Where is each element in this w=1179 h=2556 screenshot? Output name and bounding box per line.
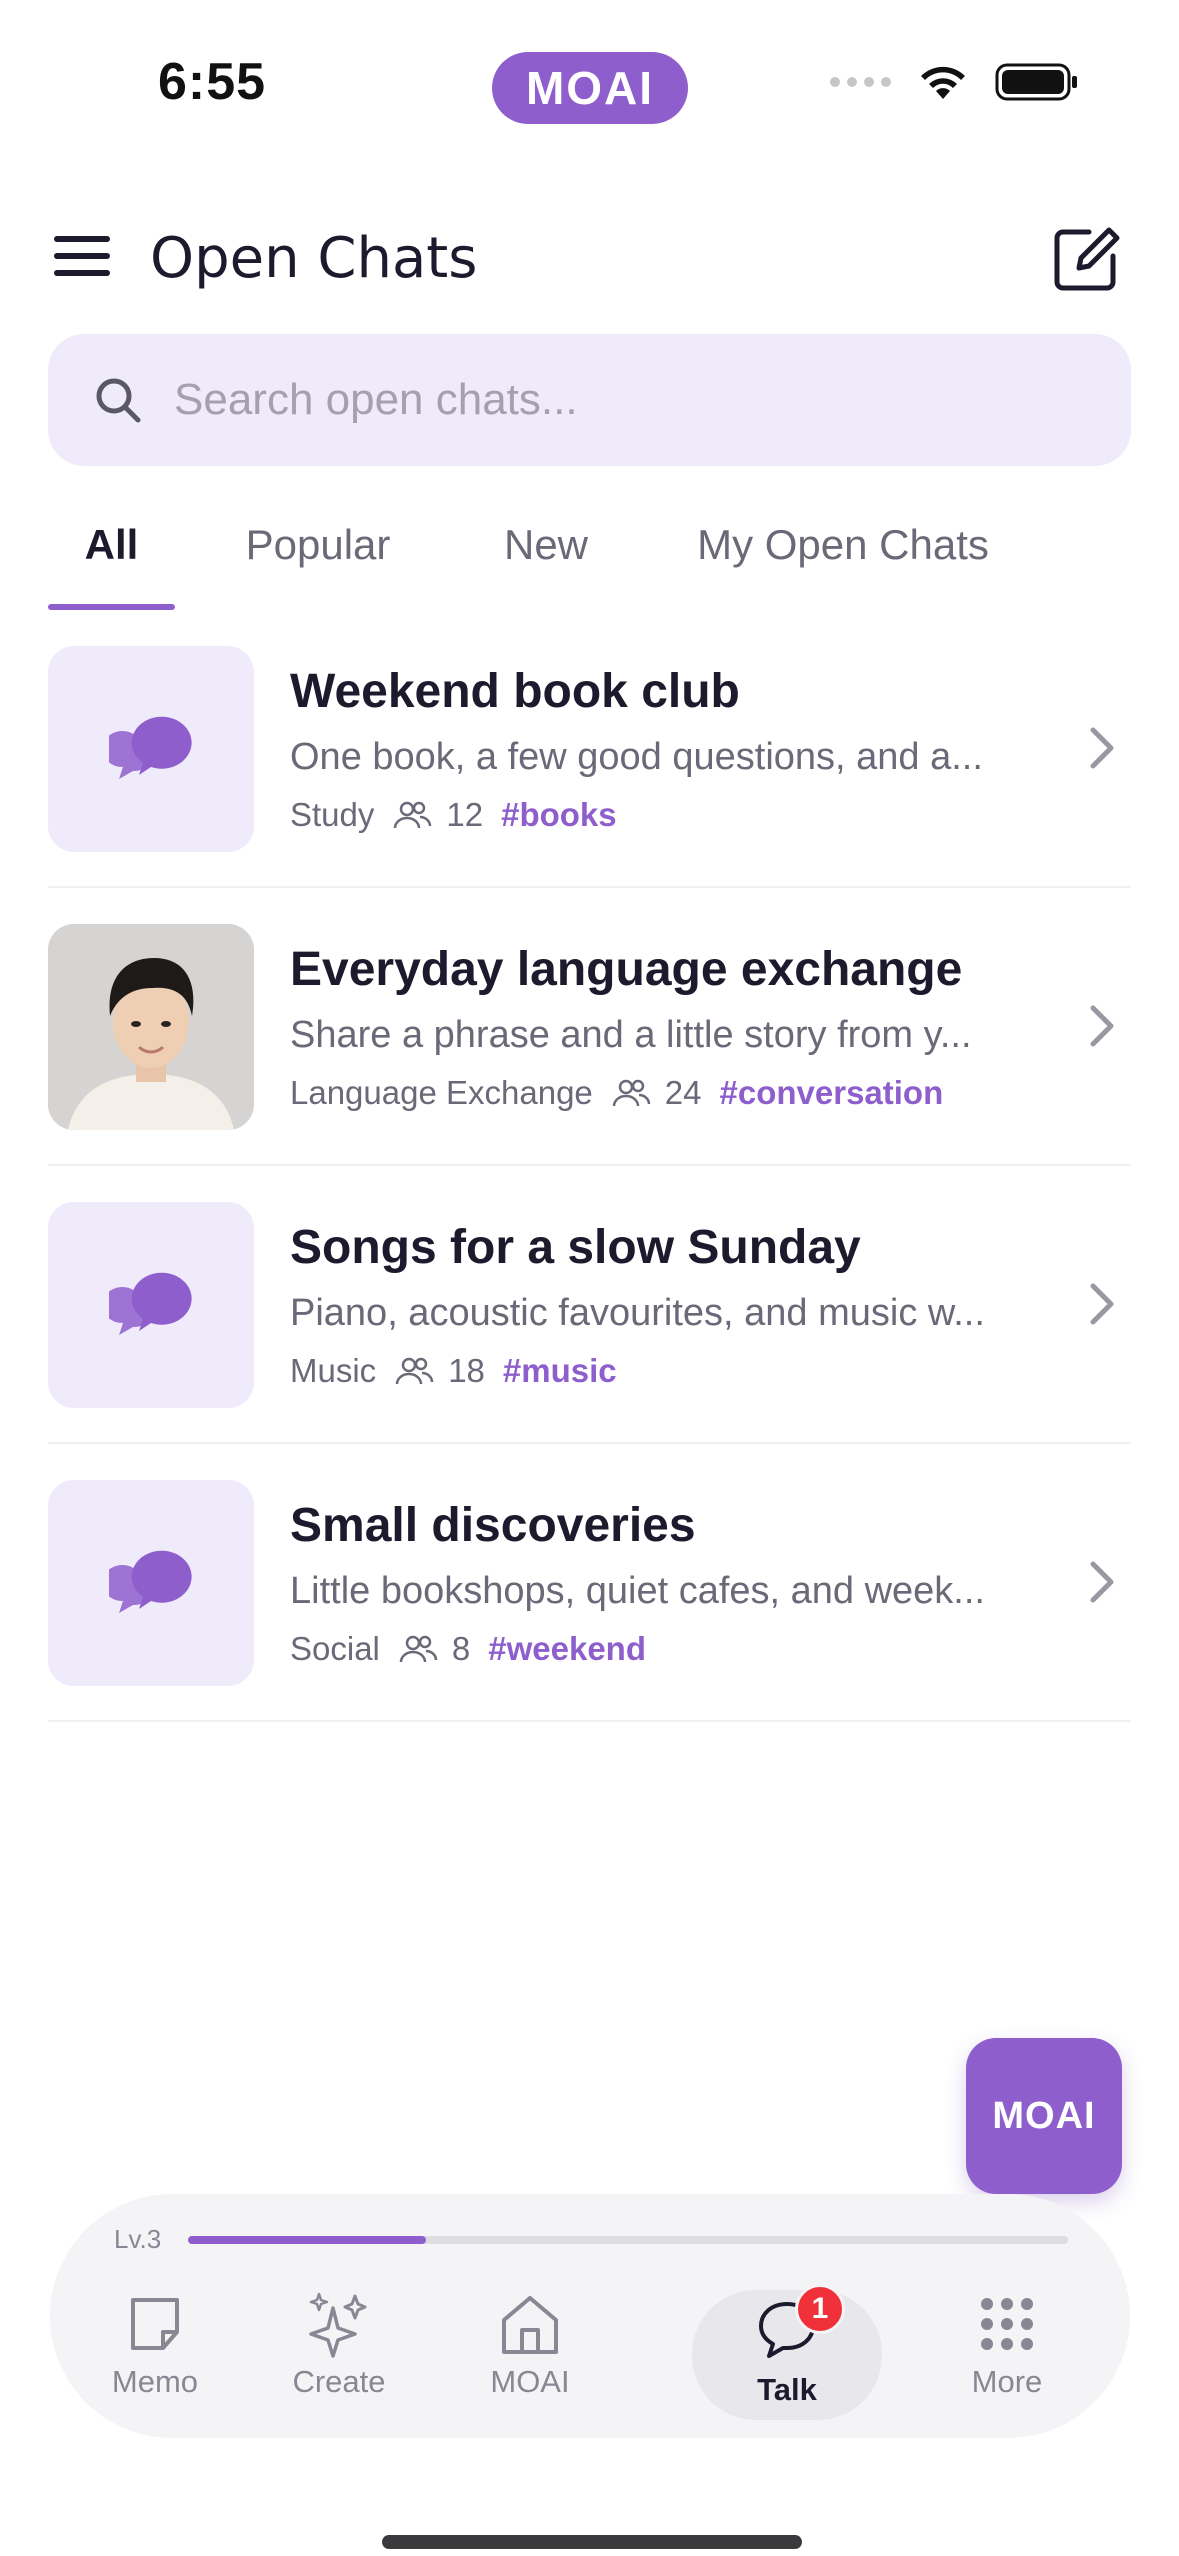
brand-pill: MOAI xyxy=(492,52,688,124)
nav-label: More xyxy=(971,2364,1043,2399)
chat-bubble-icon xyxy=(109,1550,192,1613)
chat-category: Social xyxy=(290,1630,380,1667)
tab-my-open-chats[interactable]: My Open Chats xyxy=(683,510,1003,610)
open-chat-list: Weekend book club One book, a few good q… xyxy=(48,610,1131,1722)
chat-thumbnail xyxy=(48,1202,254,1408)
bottom-nav: Lv.3 Memo Create MOAI 1 Talk More xyxy=(50,2194,1130,2438)
notification-badge: 1 xyxy=(795,2284,845,2334)
nav-label: Memo xyxy=(111,2364,199,2399)
grid-icon xyxy=(981,2298,1033,2350)
status-indicators xyxy=(830,62,1079,102)
status-bar: 6:55 MOAI xyxy=(0,0,1179,160)
chat-thumbnail xyxy=(48,1480,254,1686)
nav-moai[interactable]: MOAI xyxy=(435,2290,625,2420)
level-progress-bar xyxy=(188,2236,1068,2244)
home-icon xyxy=(502,2296,558,2354)
chat-tag: #books xyxy=(501,796,617,833)
list-item[interactable]: Everyday language exchange Share a phras… xyxy=(48,888,1131,1166)
memo-icon xyxy=(131,2298,179,2350)
chat-thumbnail xyxy=(48,646,254,852)
list-item[interactable]: Songs for a slow Sunday Piano, acoustic … xyxy=(48,1166,1131,1444)
host-photo xyxy=(48,924,254,1130)
chevron-right-icon xyxy=(1090,727,1114,769)
sparkle-icon xyxy=(309,2292,367,2358)
level-label: Lv.3 xyxy=(114,2224,162,2254)
search-input[interactable] xyxy=(174,375,1054,425)
search-icon xyxy=(96,378,141,423)
hamburger-icon xyxy=(54,236,110,242)
chat-bubble-icon xyxy=(109,716,192,779)
chat-description: Little bookshops, quiet cafes, and week.… xyxy=(290,1570,985,1612)
search-bar[interactable] xyxy=(48,334,1131,466)
member-count: 18 xyxy=(448,1352,485,1389)
people-icon xyxy=(395,1357,434,1385)
nav-more[interactable]: More xyxy=(912,2290,1102,2420)
chat-title: Small discoveries xyxy=(290,1499,696,1552)
tab-all[interactable]: All xyxy=(48,510,175,610)
page-title: Open Chats xyxy=(150,226,478,291)
status-time: 6:55 xyxy=(158,53,267,111)
chat-tag: #music xyxy=(502,1352,617,1389)
chat-title: Weekend book club xyxy=(290,665,740,718)
nav-talk[interactable]: 1 Talk xyxy=(692,2284,882,2420)
chat-category: Language Exchange xyxy=(290,1074,593,1111)
menu-button[interactable] xyxy=(50,228,114,284)
wifi-icon xyxy=(921,66,965,99)
people-icon xyxy=(612,1079,651,1107)
chat-category: Study xyxy=(290,796,375,833)
nav-label: Talk xyxy=(757,2372,817,2407)
chat-meta: Study 12 #books xyxy=(290,796,617,834)
chat-description: Piano, acoustic favourites, and music w.… xyxy=(290,1292,985,1334)
member-count: 8 xyxy=(451,1630,471,1667)
member-count: 12 xyxy=(446,796,484,833)
chat-title: Everyday language exchange xyxy=(290,943,963,996)
chat-title: Songs for a slow Sunday xyxy=(290,1221,861,1274)
battery-icon xyxy=(995,63,1077,101)
chat-description: Share a phrase and a little story from y… xyxy=(290,1014,972,1056)
tab-popular[interactable]: Popular xyxy=(226,510,410,610)
chat-meta: Language Exchange 24 #conversation xyxy=(290,1074,943,1112)
level-progress-fill xyxy=(188,2236,426,2244)
cellular-signal-icon xyxy=(830,77,891,87)
chevron-right-icon xyxy=(1090,1005,1114,1047)
filter-tabs: All Popular New My Open Chats xyxy=(48,510,1131,610)
chat-tag: #conversation xyxy=(719,1074,944,1111)
app-header: Open Chats xyxy=(0,200,1179,320)
chevron-right-icon xyxy=(1090,1561,1114,1603)
chat-description: One book, a few good questions, and a... xyxy=(290,736,983,778)
nav-label: MOAI xyxy=(490,2364,570,2399)
people-icon xyxy=(399,1635,438,1663)
moai-fab-button[interactable]: MOAI xyxy=(966,2038,1122,2194)
avatar xyxy=(48,924,254,1130)
compose-icon[interactable] xyxy=(1049,222,1123,296)
people-icon xyxy=(394,801,432,829)
nav-memo[interactable]: Memo xyxy=(60,2290,250,2420)
chat-tag: #weekend xyxy=(488,1630,646,1667)
tab-new[interactable]: New xyxy=(484,510,608,610)
list-item[interactable]: Small discoveries Little bookshops, quie… xyxy=(48,1444,1131,1722)
list-item[interactable]: Weekend book club One book, a few good q… xyxy=(48,610,1131,888)
nav-create[interactable]: Create xyxy=(244,2290,434,2420)
home-indicator xyxy=(382,2535,802,2549)
chat-bubble-icon xyxy=(109,1272,192,1335)
chat-category: Music xyxy=(290,1352,377,1389)
chat-meta: Music 18 #music xyxy=(290,1352,617,1390)
chevron-right-icon xyxy=(1090,1283,1114,1325)
member-count: 24 xyxy=(664,1074,702,1111)
nav-label: Create xyxy=(292,2364,386,2399)
chat-meta: Social 8 #weekend xyxy=(290,1630,646,1668)
